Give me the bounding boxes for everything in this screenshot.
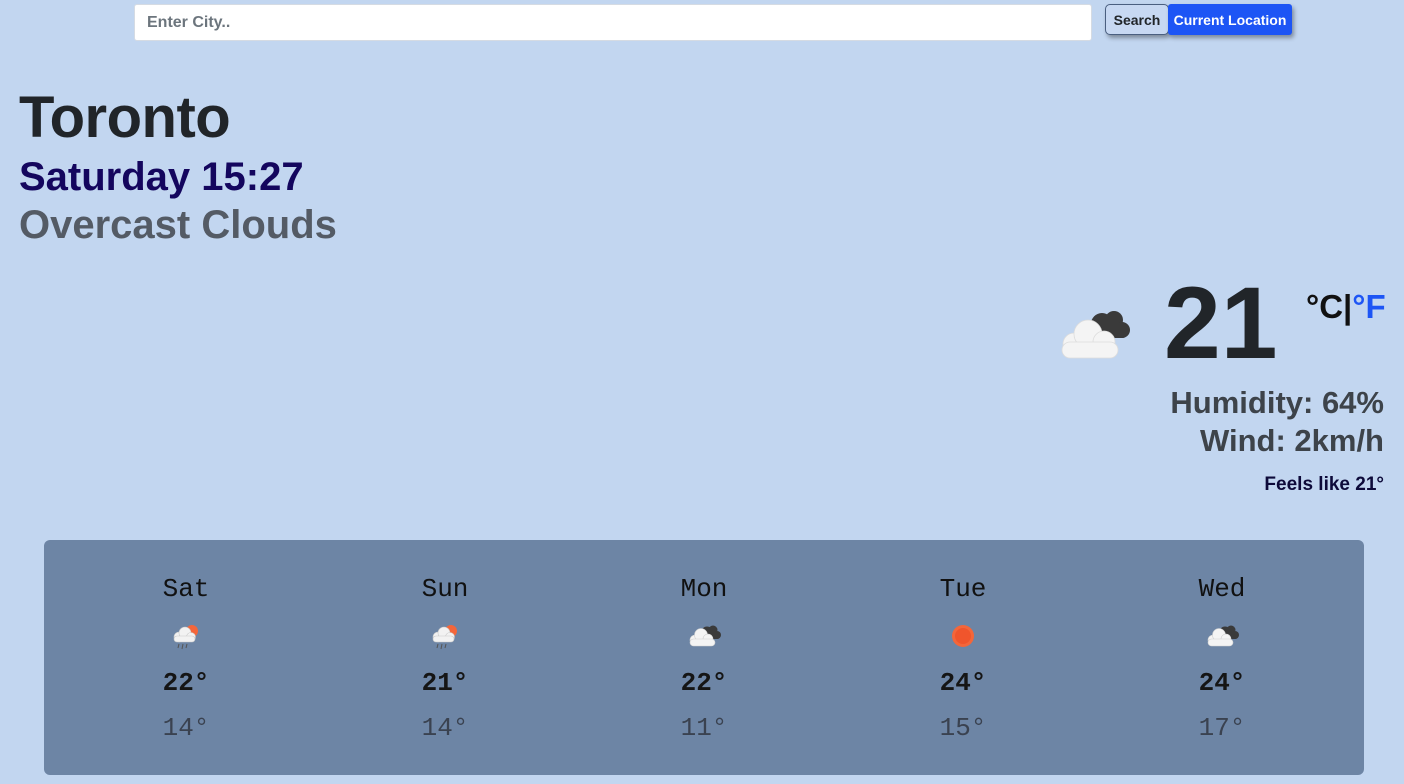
celsius-toggle[interactable]: °C (1306, 288, 1343, 325)
overcast-clouds-icon (1061, 311, 1130, 359)
forecast-low: 15° (939, 713, 987, 743)
city-name: Toronto (19, 85, 231, 150)
search-button[interactable]: Search (1105, 4, 1169, 35)
unit-separator: | (1343, 288, 1353, 325)
forecast-day-name: Wed (1198, 574, 1246, 604)
rain-sun-icon (432, 625, 457, 650)
clouds-icon (689, 625, 721, 647)
forecast-low: 14° (162, 713, 210, 743)
forecast-day: Mon 22° 11° (624, 540, 784, 775)
unit-toggle: °C|°F (1306, 287, 1386, 327)
forecast-high: 22° (680, 668, 728, 698)
feels-like-text: Feels like 21° (1264, 474, 1384, 495)
wind-text: Wind: 2km/h (1199, 423, 1384, 458)
forecast-day-name: Sat (162, 574, 210, 604)
forecast-high: 24° (1198, 668, 1246, 698)
sun-icon (952, 625, 974, 647)
day-time: Saturday 15:27 (19, 155, 304, 199)
forecast-day: Sat 22° 14° (106, 540, 266, 775)
weather-condition: Overcast Clouds (19, 203, 337, 247)
forecast-low: 17° (1198, 713, 1246, 743)
forecast-low: 14° (421, 713, 469, 743)
forecast-panel: Sat 22° 14° Sun 21° 14° Mon 22° 11° Tue … (44, 540, 1364, 775)
current-location-button[interactable]: Current Location (1168, 4, 1292, 35)
forecast-day: Tue 24° 15° (883, 540, 1043, 775)
city-search-input[interactable] (134, 4, 1092, 41)
forecast-low: 11° (680, 713, 728, 743)
forecast-day-name: Sun (421, 574, 469, 604)
forecast-high: 21° (421, 668, 469, 698)
weather-app: Search Current Location Toronto Saturday… (0, 0, 1404, 784)
forecast-day: Sun 21° 14° (365, 540, 525, 775)
forecast-day-name: Mon (680, 574, 728, 604)
forecast-day: Wed 24° 17° (1142, 540, 1302, 775)
rain-sun-icon (173, 625, 198, 650)
forecast-high: 22° (162, 668, 210, 698)
fahrenheit-toggle[interactable]: °F (1352, 288, 1385, 325)
clouds-icon (1207, 625, 1239, 647)
humidity-text: Humidity: 64% (1170, 385, 1384, 420)
forecast-high: 24° (939, 668, 987, 698)
forecast-day-name: Tue (939, 574, 987, 604)
current-temperature: 21 (1164, 266, 1278, 380)
